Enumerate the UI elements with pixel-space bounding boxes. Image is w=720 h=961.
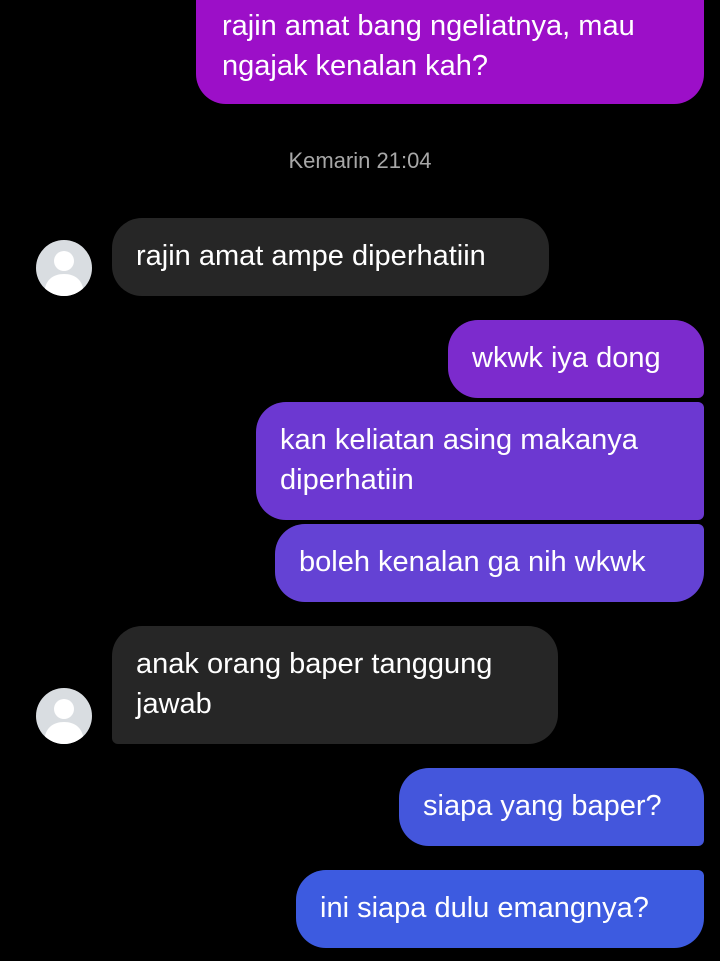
message-text: wkwk iya dong [472,342,661,374]
message-text: kan keliatan asing makanya diperhatiin [280,424,638,496]
outgoing-message[interactable]: rajin amat bang ngeliatnya, mau ngajak k… [196,0,704,104]
message-text: boleh kenalan ga nih wkwk [299,546,646,578]
outgoing-message[interactable]: siapa yang baper? [399,768,704,846]
message-text: rajin amat bang ngeliatnya, mau ngajak k… [222,10,635,82]
incoming-message[interactable]: rajin amat ampe diperhatiin [112,218,549,296]
message-text: rajin amat ampe diperhatiin [136,240,486,272]
default-user-avatar-icon[interactable] [36,688,92,744]
incoming-message[interactable]: anak orang baper tanggung jawab [112,626,558,744]
outgoing-message[interactable]: wkwk iya dong [448,320,704,398]
message-text: ini siapa dulu emangnya? [320,892,649,924]
default-user-avatar-icon[interactable] [36,240,92,296]
outgoing-message[interactable]: boleh kenalan ga nih wkwk [275,524,704,602]
message-timestamp: Kemarin 21:04 [288,148,432,173]
outgoing-message[interactable]: kan keliatan asing makanya diperhatiin [256,402,704,520]
outgoing-message[interactable]: ini siapa dulu emangnya? [296,870,704,948]
message-text: siapa yang baper? [423,790,662,822]
message-text: anak orang baper tanggung jawab [136,648,493,720]
